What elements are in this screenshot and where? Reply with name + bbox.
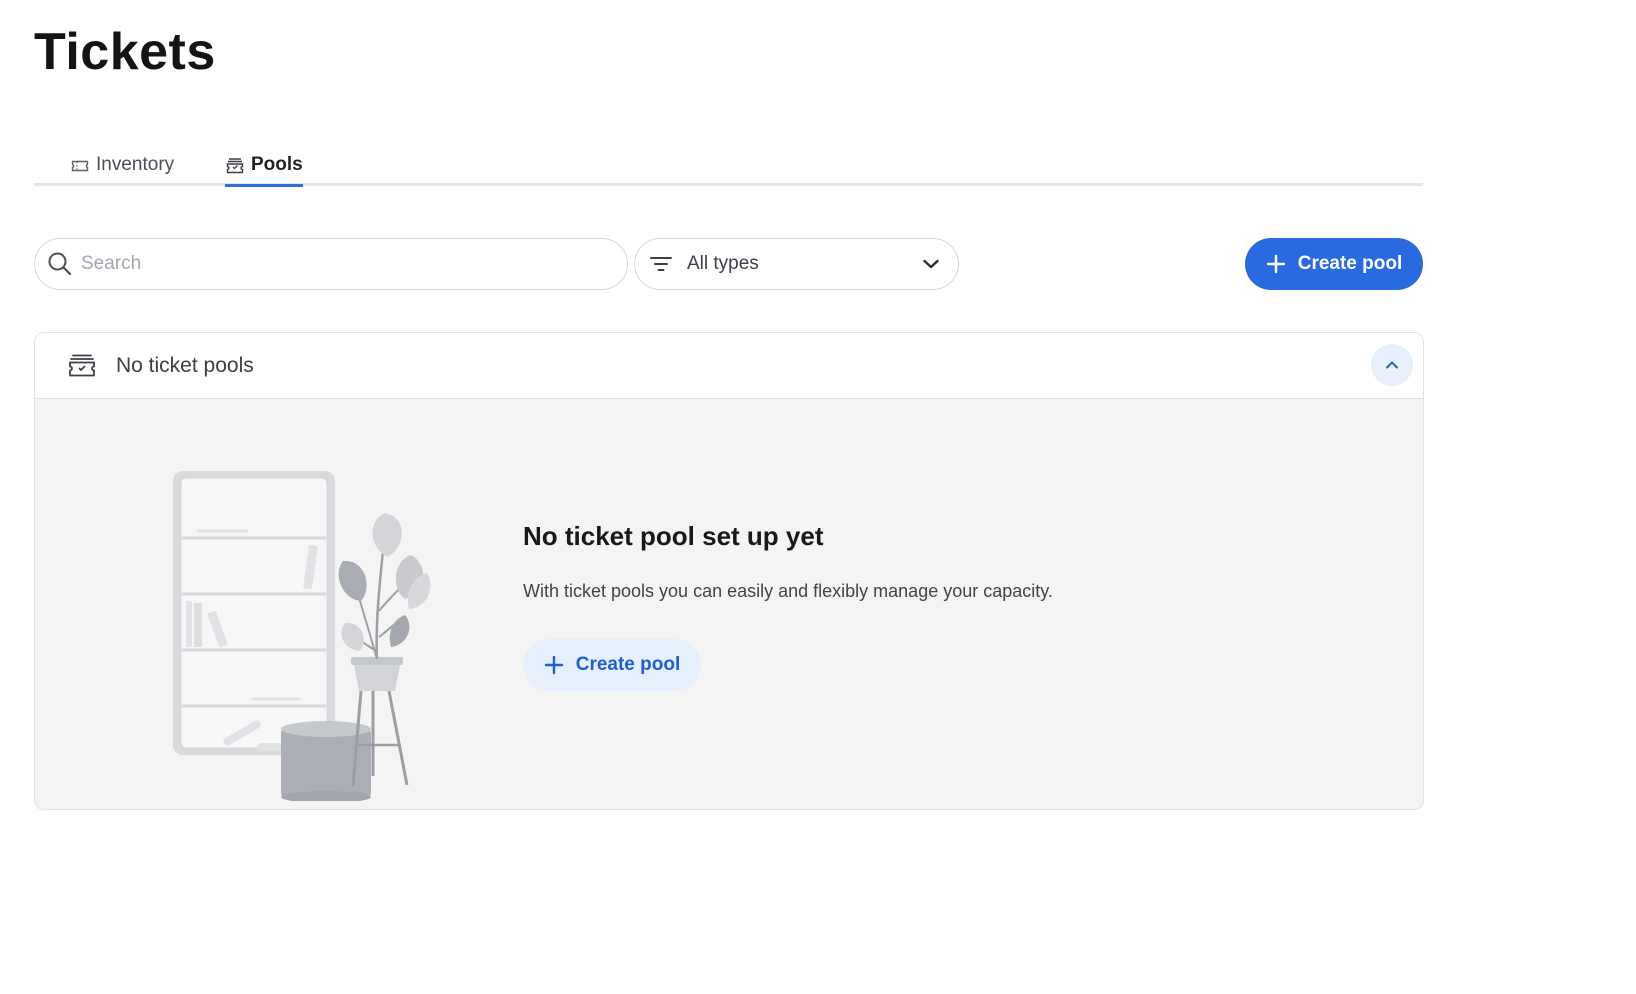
panel-header[interactable]: No ticket pools (35, 333, 1423, 399)
empty-state-create-pool-label: Create pool (575, 654, 681, 675)
collapse-button[interactable] (1371, 344, 1413, 386)
tab-pools[interactable]: Pools (225, 154, 303, 187)
ticket-pool-icon (225, 156, 245, 176)
ticket-pool-icon (68, 352, 96, 380)
chevron-up-icon (1385, 360, 1399, 370)
plus-icon (1266, 254, 1286, 274)
search-input[interactable] (79, 252, 599, 276)
type-filter-select[interactable]: All types (634, 238, 959, 290)
empty-state-illustration (173, 471, 431, 801)
tab-inventory-label: Inventory (96, 154, 175, 175)
chevron-down-icon (922, 258, 940, 270)
search-icon (47, 251, 73, 277)
create-pool-button-label: Create pool (1297, 253, 1403, 274)
empty-state-create-pool-button[interactable]: Create pool (523, 639, 701, 691)
page-title: Tickets (34, 23, 216, 81)
empty-state-title: No ticket pool set up yet (523, 521, 824, 551)
tab-pools-label: Pools (251, 154, 303, 175)
type-filter-value: All types (687, 253, 759, 274)
panel-header-title: No ticket pools (116, 353, 254, 377)
filter-icon (649, 254, 673, 274)
ticket-pools-panel: No ticket pools No ticket pool set up ye… (34, 332, 1424, 810)
search-field[interactable] (34, 238, 628, 290)
create-pool-button[interactable]: Create pool (1245, 238, 1423, 290)
empty-state-description: With ticket pools you can easily and fle… (523, 581, 1053, 601)
plus-icon (544, 655, 564, 675)
tab-bar: Inventory Pools (34, 146, 1423, 187)
tab-inventory[interactable]: Inventory (70, 154, 174, 185)
ticket-icon (70, 156, 90, 176)
